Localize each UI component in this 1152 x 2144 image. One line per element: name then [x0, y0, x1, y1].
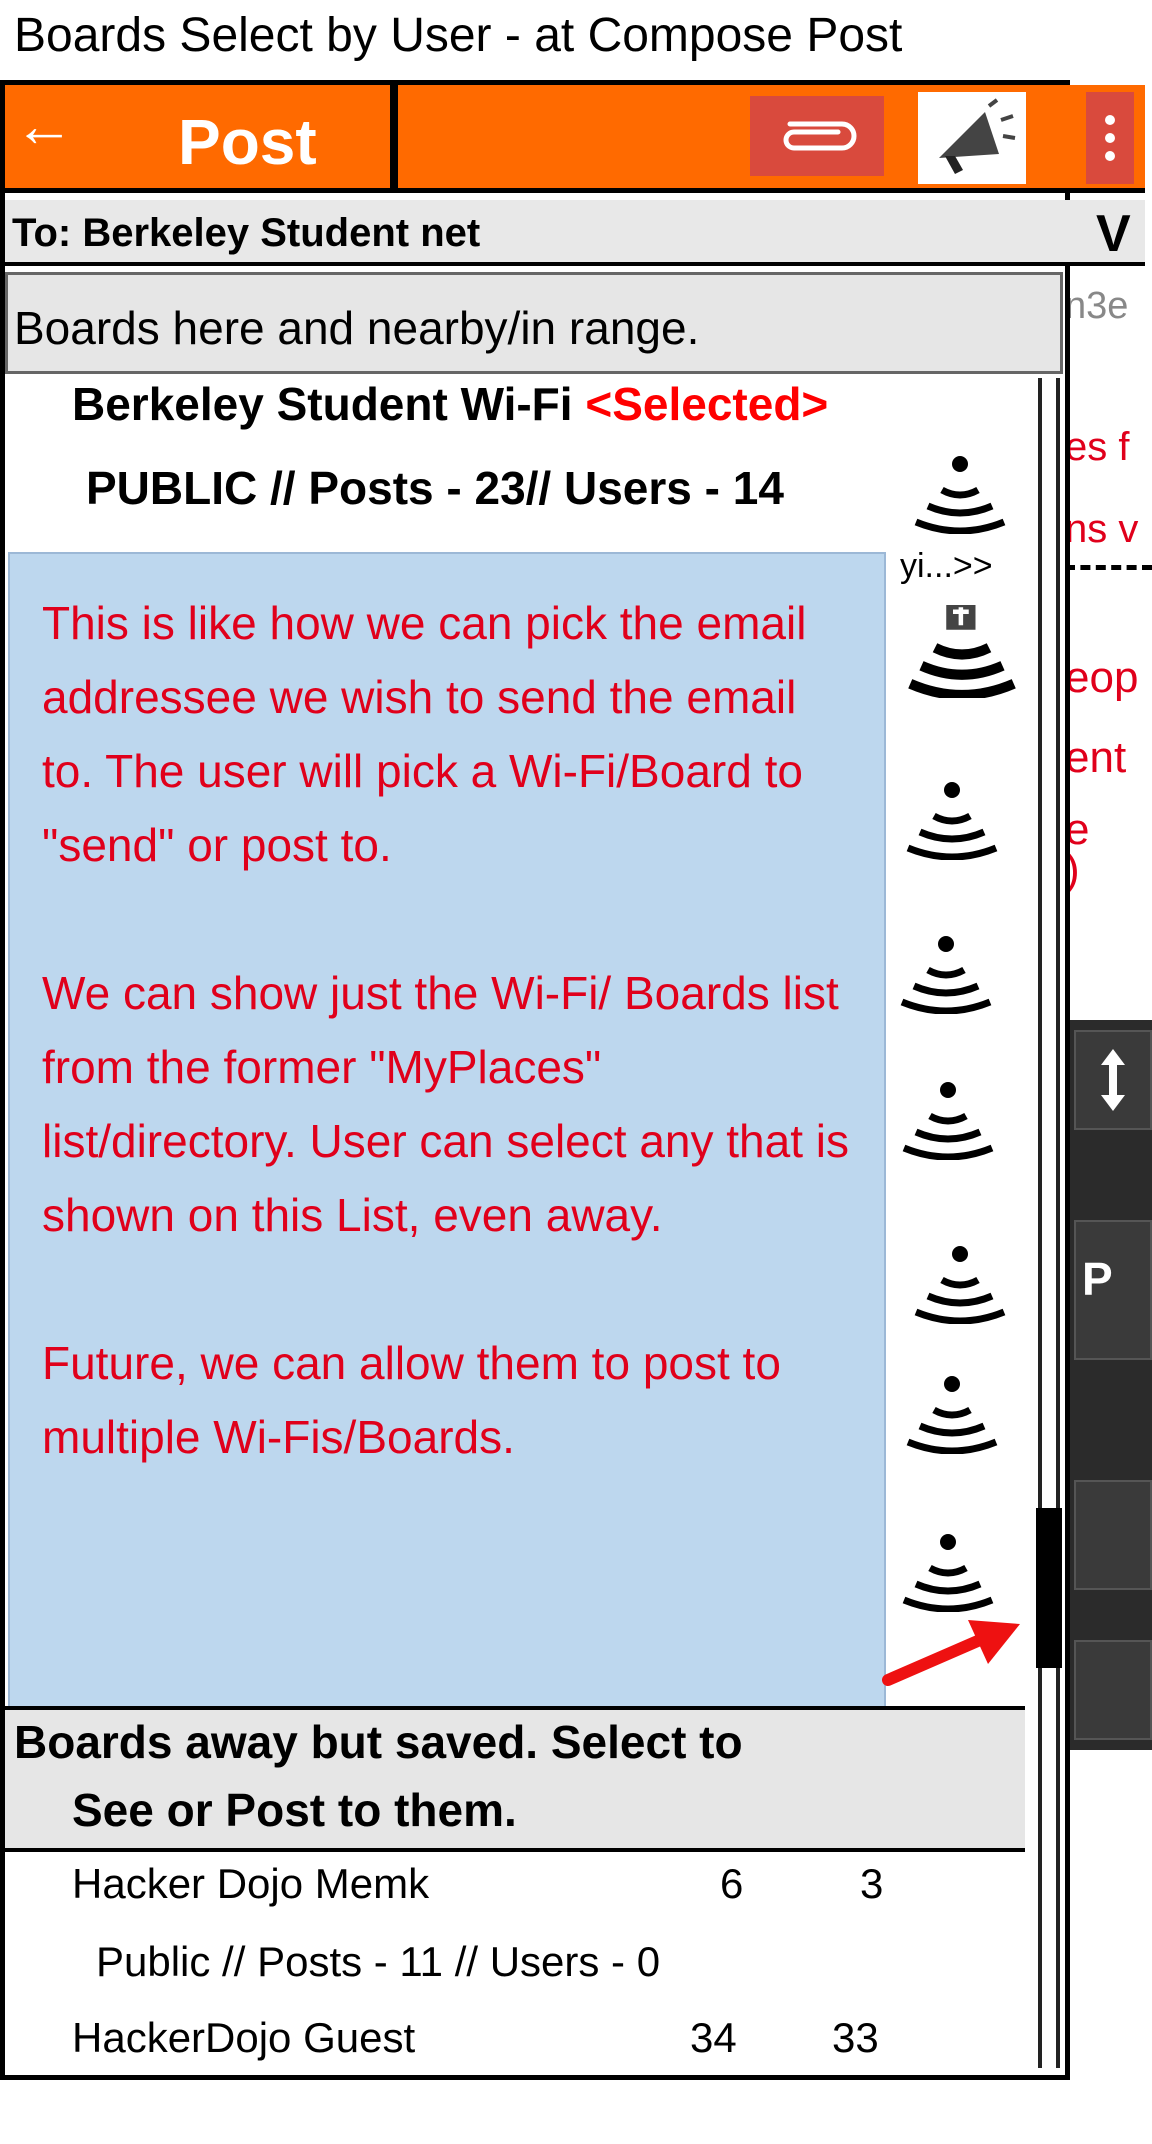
recipient-label: To: Berkeley Student net	[12, 211, 481, 255]
wifi-icon[interactable]	[904, 1370, 1000, 1454]
page-title: Boards Select by User - at Compose Post	[14, 9, 903, 62]
boards-nearby-label: Boards here and nearby/in range.	[14, 302, 700, 354]
saved-board-count: 34	[690, 2014, 737, 2061]
background-fragment: ns v	[1065, 507, 1139, 551]
board-item-selected[interactable]: Berkeley Student Wi-Fi <Selected>	[72, 376, 828, 432]
background-tile	[1074, 1640, 1152, 1740]
megaphone-icon	[939, 98, 1016, 174]
scrollbar[interactable]	[1038, 378, 1060, 2068]
saved-board-stats: Public // Posts - 11 // Users - 0	[96, 1938, 661, 1985]
background-dark-panel: P	[1068, 1020, 1152, 1750]
callout-paragraph: We can show just the Wi-Fi/ Boards list …	[42, 967, 849, 1241]
callout-paragraph: This is like how we can pick the email a…	[42, 597, 807, 871]
red-arrow-icon	[882, 1620, 1020, 1686]
background-fragment: ent	[1065, 733, 1127, 782]
attach-button[interactable]	[750, 96, 884, 176]
scrollbar-thumb[interactable]	[1036, 1508, 1062, 1668]
wifi-icon[interactable]	[904, 776, 1000, 860]
background-fragment: eop	[1065, 653, 1139, 702]
saved-board-name[interactable]: Hacker Dojo Memk	[72, 1856, 429, 1912]
board-item-peek: yi...>>	[900, 547, 993, 585]
callout-paragraph: Future, we can allow them to post to mul…	[42, 1337, 781, 1463]
board-name: Berkeley Student Wi-Fi	[72, 378, 573, 430]
more-vertical-icon[interactable]	[1086, 92, 1134, 184]
broadcast-button[interactable]	[918, 92, 1026, 184]
wifi-icon[interactable]	[898, 930, 994, 1014]
updown-icon	[1074, 1030, 1152, 1130]
background-fragment: es f	[1065, 425, 1130, 469]
background-fragment: n3e	[1065, 285, 1129, 327]
wifi-icon[interactable]	[912, 450, 1008, 534]
paperclip-icon	[783, 121, 857, 151]
background-tile	[1074, 1480, 1152, 1590]
boards-saved-label-line1: Boards away but saved. Select to	[14, 1716, 743, 1768]
selected-tag: <Selected>	[585, 378, 829, 430]
saved-board-count: 33	[832, 2014, 879, 2061]
dashed-divider	[1065, 565, 1152, 570]
wifi-icon[interactable]	[900, 1076, 996, 1160]
wifi-icon[interactable]	[912, 1240, 1008, 1324]
saved-board-count: 3	[860, 1860, 884, 1907]
app-bar-title: Post	[178, 106, 317, 178]
arrow-left-icon[interactable]: ←	[14, 96, 74, 156]
board-stats: PUBLIC // Posts - 23// Users - 14	[86, 462, 784, 514]
saved-board-name[interactable]: HackerDojo Guest	[72, 2010, 415, 2066]
saved-board-count: 6	[720, 1860, 744, 1907]
annotation-callout: This is like how we can pick the email a…	[8, 552, 886, 1708]
app-bar-divider	[390, 85, 398, 193]
wifi-plus-icon[interactable]	[908, 602, 1016, 698]
boards-saved-label-line2: See or Post to them.	[72, 1784, 517, 1836]
background-tile: P	[1074, 1220, 1152, 1360]
chevron-down-icon[interactable]: V	[1096, 206, 1131, 262]
